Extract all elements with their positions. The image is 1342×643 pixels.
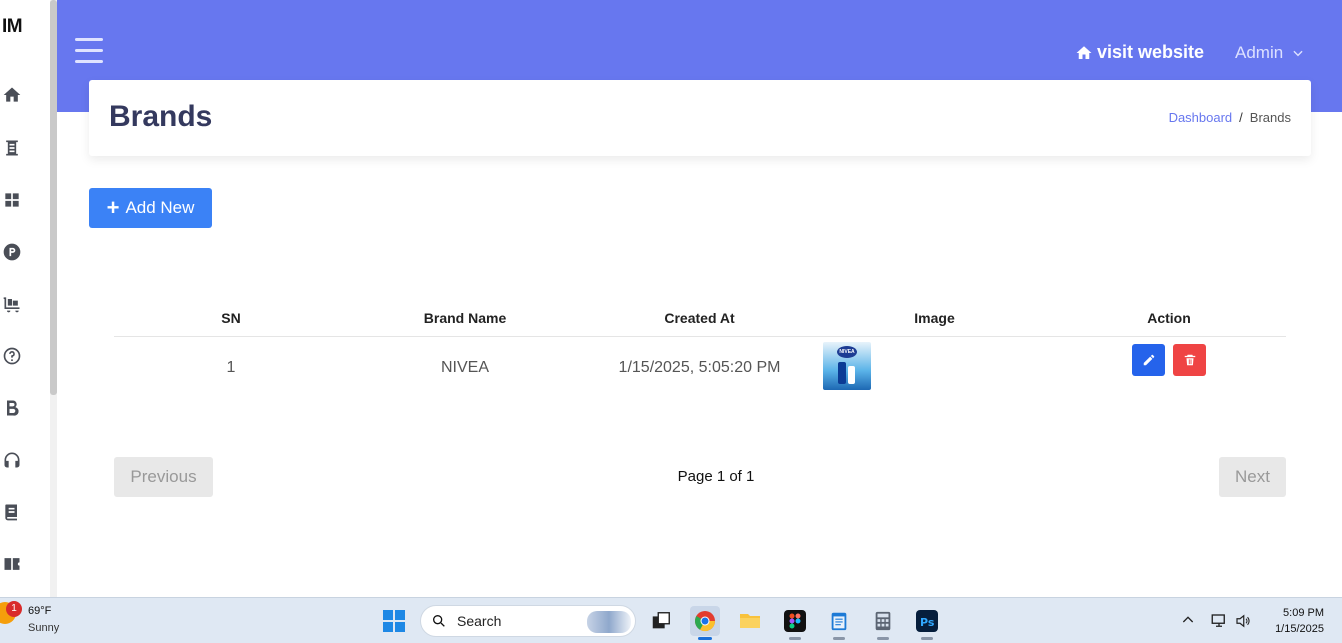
home-icon [1076,45,1092,59]
svg-text:Ps: Ps [920,616,935,629]
figma-icon[interactable] [780,606,810,640]
visit-website-link[interactable]: visit website [1075,42,1204,63]
table-row: 1 NIVEA 1/15/2025, 5:05:20 PM NIVEA [114,336,1286,400]
breadcrumb-current: Brands [1249,110,1291,125]
column-header-created-at: Created At [582,300,817,337]
weather-temperature: 69°F [28,605,52,617]
cart-dolly-icon[interactable] [0,292,24,316]
ticket-icon[interactable] [0,552,24,576]
page-header-card: Brands Dashboard / Brands [89,80,1311,156]
menu-toggle-icon[interactable] [75,38,103,66]
task-view-icon[interactable] [646,606,676,636]
cell-image: NIVEA [817,336,1052,400]
column-header-sn: SN [114,300,348,337]
column-header-image: Image [817,300,1052,337]
app-window: IM visit website Admin Brands Dashboard … [0,0,1342,597]
trash-icon [1184,355,1195,366]
table-header-row: SN Brand Name Created At Image Action [114,300,1286,337]
breadcrumb-separator: / [1239,110,1243,125]
cell-created-at: 1/15/2025, 5:05:20 PM [618,359,781,377]
notepad-icon[interactable] [824,606,854,640]
column-header-action: Action [1052,300,1286,337]
column-header-brand-name: Brand Name [348,300,582,337]
clock-time: 5:09 PM [1283,607,1324,619]
brand-thumbnail-logo: NIVEA [837,345,857,358]
page-title: Brands [109,100,213,133]
brands-table: SN Brand Name Created At Image Action 1 … [114,300,1286,400]
product-p-icon[interactable] [0,240,24,264]
show-hidden-icons-chevron-up-icon[interactable] [1180,612,1196,631]
sidebar-brand[interactable]: IM [2,16,23,38]
home-icon[interactable] [0,83,24,107]
cell-sn: 1 [226,359,236,377]
weather-condition: Sunny [28,622,60,634]
volume-icon[interactable] [1234,612,1252,633]
search-icon [433,615,445,627]
edit-button[interactable] [1132,344,1165,377]
next-page-button[interactable]: Next [1219,457,1286,497]
windows-taskbar: 1 69°F Sunny Search Ps 5:09 PM 1/15/2025 [0,597,1342,643]
sidebar: IM [0,0,57,597]
sidebar-scroll-thumb[interactable] [50,0,57,395]
file-explorer-icon[interactable] [735,606,765,636]
admin-label: Admin [1235,43,1284,62]
plus-icon: + [106,195,120,220]
book-icon[interactable] [0,500,24,524]
grid-icon[interactable] [0,188,24,212]
photoshop-icon[interactable]: Ps [912,606,942,640]
bold-b-icon[interactable] [0,396,24,420]
breadcrumb-dashboard-link[interactable]: Dashboard [1169,110,1233,125]
add-new-button[interactable]: + Add New [89,188,212,228]
page-info: Page 1 of 1 [677,468,755,485]
add-new-label: Add New [125,198,195,217]
brand-thumbnail-image: NIVEA [823,341,871,390]
visit-website-label: visit website [1097,42,1205,62]
help-icon[interactable] [0,344,24,368]
taskbar-clock[interactable]: 5:09 PM 1/15/2025 [1275,605,1324,637]
notification-badge: 1 [6,601,22,617]
cell-action [1052,336,1286,400]
clock-date: 1/15/2025 [1275,623,1324,635]
cell-brand-name: NIVEA [440,359,489,377]
search-highlight-image [587,611,631,633]
edit-icon [1143,355,1154,366]
breadcrumb: Dashboard / Brands [1169,110,1291,125]
delete-button[interactable] [1173,344,1206,377]
search-placeholder: Search [457,613,502,629]
calculator-icon[interactable] [868,606,898,640]
admin-dropdown[interactable]: Admin [1235,43,1305,63]
taskbar-search[interactable]: Search [420,605,636,637]
chrome-icon[interactable] [690,606,720,640]
start-windows-icon[interactable] [379,606,409,636]
monument-icon[interactable] [0,136,24,160]
network-monitor-icon[interactable] [1210,612,1228,633]
chevron-down-icon [1293,50,1303,57]
